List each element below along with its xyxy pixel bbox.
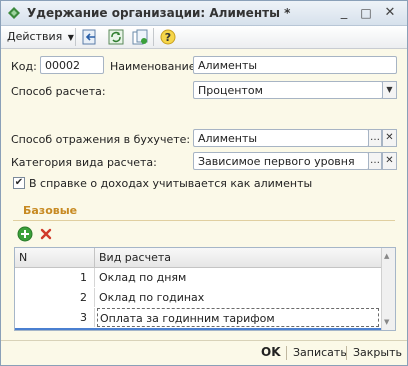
name-field[interactable] — [193, 56, 397, 74]
column-divider — [94, 308, 95, 327]
toolbar-separator — [153, 28, 154, 46]
checkmark-icon: ✔ — [14, 177, 24, 188]
row-number: 2 — [80, 291, 87, 304]
footer-separator — [286, 346, 287, 360]
table-row[interactable]: 1 Оклад по дням — [15, 268, 381, 289]
calc-method-value: Процентом — [198, 84, 263, 97]
calc-method-label: Способ расчета: — [11, 85, 106, 98]
column-header-n[interactable]: N — [19, 248, 94, 267]
refresh-icon[interactable] — [107, 28, 125, 46]
column-divider — [94, 248, 95, 267]
accounting-label: Способ отражения в бухучете: — [11, 133, 191, 146]
go-back-icon[interactable] — [81, 28, 99, 46]
row-calc-type: Оклад по годинах — [99, 291, 205, 304]
window-title: Удержание организации: Алименты * — [27, 6, 291, 20]
column-divider — [94, 288, 95, 307]
delete-row-icon[interactable] — [39, 227, 53, 241]
close-dialog-button[interactable]: Закрыть — [353, 346, 402, 359]
table-header: N Вид расчета — [15, 248, 395, 268]
close-button[interactable]: ✕ — [381, 4, 399, 22]
accounting-field[interactable]: Алименты — [193, 129, 369, 147]
category-select-button[interactable]: … — [368, 152, 382, 170]
footer-separator — [346, 346, 347, 360]
add-row-icon[interactable] — [17, 226, 33, 242]
calc-method-select[interactable]: Процентом — [193, 81, 383, 99]
column-header-calc-type[interactable]: Вид расчета — [99, 248, 379, 267]
accounting-clear-button[interactable]: ✕ — [382, 129, 397, 147]
dialog-footer: OK Записать Закрыть — [1, 340, 407, 365]
table-row[interactable]: 3 Оплата за годинним тарифом — [15, 308, 381, 330]
code-field[interactable] — [40, 56, 104, 74]
row-calc-type: Оплата за годинним тарифом — [97, 308, 379, 327]
section-divider — [13, 220, 395, 221]
alimony-checkbox[interactable]: ✔ — [13, 177, 25, 189]
actions-menu-button[interactable]: Действия ▼ — [7, 28, 74, 46]
scroll-down-icon[interactable]: ▼ — [384, 318, 389, 326]
ok-button[interactable]: OK — [261, 345, 281, 359]
chevron-down-icon: ▼ — [386, 85, 393, 94]
accounting-value: Алименты — [198, 132, 258, 145]
help-icon[interactable]: ? — [159, 28, 177, 46]
clear-icon: ✕ — [385, 155, 394, 166]
dialog-window: Удержание организации: Алименты * _ □ ✕ … — [0, 0, 408, 366]
maximize-button[interactable]: □ — [357, 4, 375, 22]
save-button[interactable]: Записать — [293, 346, 347, 359]
base-calc-table: N Вид расчета 1 Оклад по дням 2 Оклад по… — [14, 247, 396, 331]
toolbar-separator — [75, 28, 76, 46]
actions-menu-label: Действия — [7, 30, 63, 43]
row-calc-type: Оклад по дням — [99, 271, 187, 284]
name-label: Наименование: — [110, 60, 200, 73]
app-icon — [8, 7, 20, 19]
table-scrollbar[interactable]: ▲ ▼ — [381, 248, 395, 330]
base-section-title: Базовые — [23, 204, 78, 217]
category-clear-button[interactable]: ✕ — [382, 152, 397, 170]
code-label: Код: — [11, 60, 37, 73]
copy-icon[interactable] — [131, 28, 149, 46]
svg-text:?: ? — [165, 31, 171, 44]
toolbar: Действия ▼ ? — [1, 26, 407, 49]
row-number: 3 — [80, 311, 87, 324]
accounting-select-button[interactable]: … — [368, 129, 382, 147]
minimize-button[interactable]: _ — [335, 4, 353, 22]
row-number: 1 — [80, 271, 87, 284]
scroll-up-icon[interactable]: ▲ — [384, 252, 389, 260]
calc-method-dropdown-button[interactable]: ▼ — [382, 81, 397, 99]
ellipsis-icon: … — [370, 132, 380, 143]
ellipsis-icon: … — [370, 155, 380, 166]
category-label: Категория вида расчета: — [11, 156, 157, 169]
title-bar[interactable]: Удержание организации: Алименты * _ □ ✕ — [1, 1, 407, 26]
chevron-down-icon: ▼ — [67, 33, 74, 42]
category-field[interactable]: Зависимое первого уровня — [193, 152, 369, 170]
clear-icon: ✕ — [385, 132, 394, 143]
table-row[interactable]: 2 Оклад по годинах — [15, 288, 381, 309]
category-value: Зависимое первого уровня — [198, 155, 355, 168]
column-divider — [94, 268, 95, 287]
alimony-checkbox-label[interactable]: В справке о доходах учитывается как алим… — [29, 177, 312, 190]
